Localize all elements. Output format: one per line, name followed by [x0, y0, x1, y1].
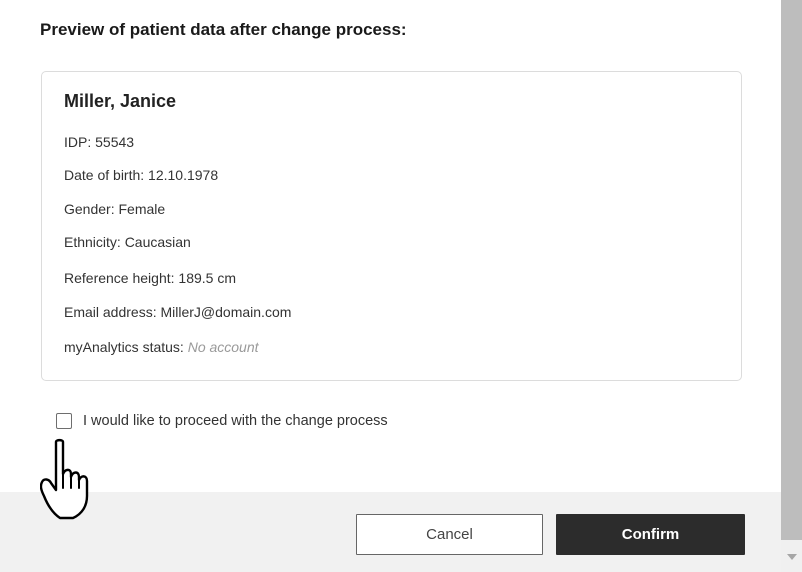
scroll-down-arrow-icon — [787, 554, 797, 560]
patient-idp: IDP: 55543 — [64, 134, 135, 150]
myanalytics-status-value: No account — [187, 339, 259, 355]
patient-reference-height: Reference height: 189.5 cm — [64, 270, 236, 286]
change-preview-dialog: Preview of patient data after change pro… — [0, 0, 781, 572]
scroll-down-button[interactable] — [781, 540, 802, 572]
patient-myanalytics-status: myAnalytics status: No account — [64, 339, 259, 355]
proceed-consent-row[interactable]: I would like to proceed with the change … — [56, 413, 388, 429]
myanalytics-status-label: myAnalytics status: — [64, 339, 188, 355]
patient-date-of-birth: Date of birth: 12.10.1978 — [64, 167, 219, 183]
patient-ethnicity: Ethnicity: Caucasian — [64, 234, 191, 250]
dialog-heading: Preview of patient data after change pro… — [40, 20, 407, 39]
vertical-scrollbar[interactable] — [781, 0, 802, 572]
patient-preview-card: Miller, Janice IDP: 55543 Date of birth:… — [41, 71, 742, 381]
confirm-button[interactable]: Confirm — [556, 514, 745, 555]
patient-gender: Gender: Female — [64, 201, 166, 217]
dialog-footer: Cancel Confirm — [0, 492, 781, 572]
patient-name: Miller, Janice — [64, 91, 177, 111]
proceed-checkbox[interactable] — [56, 413, 72, 429]
cancel-button[interactable]: Cancel — [356, 514, 543, 555]
hand-pointer-icon — [40, 438, 89, 520]
patient-email: Email address: MillerJ@domain.com — [64, 304, 292, 320]
proceed-checkbox-label[interactable]: I would like to proceed with the change … — [83, 413, 388, 429]
